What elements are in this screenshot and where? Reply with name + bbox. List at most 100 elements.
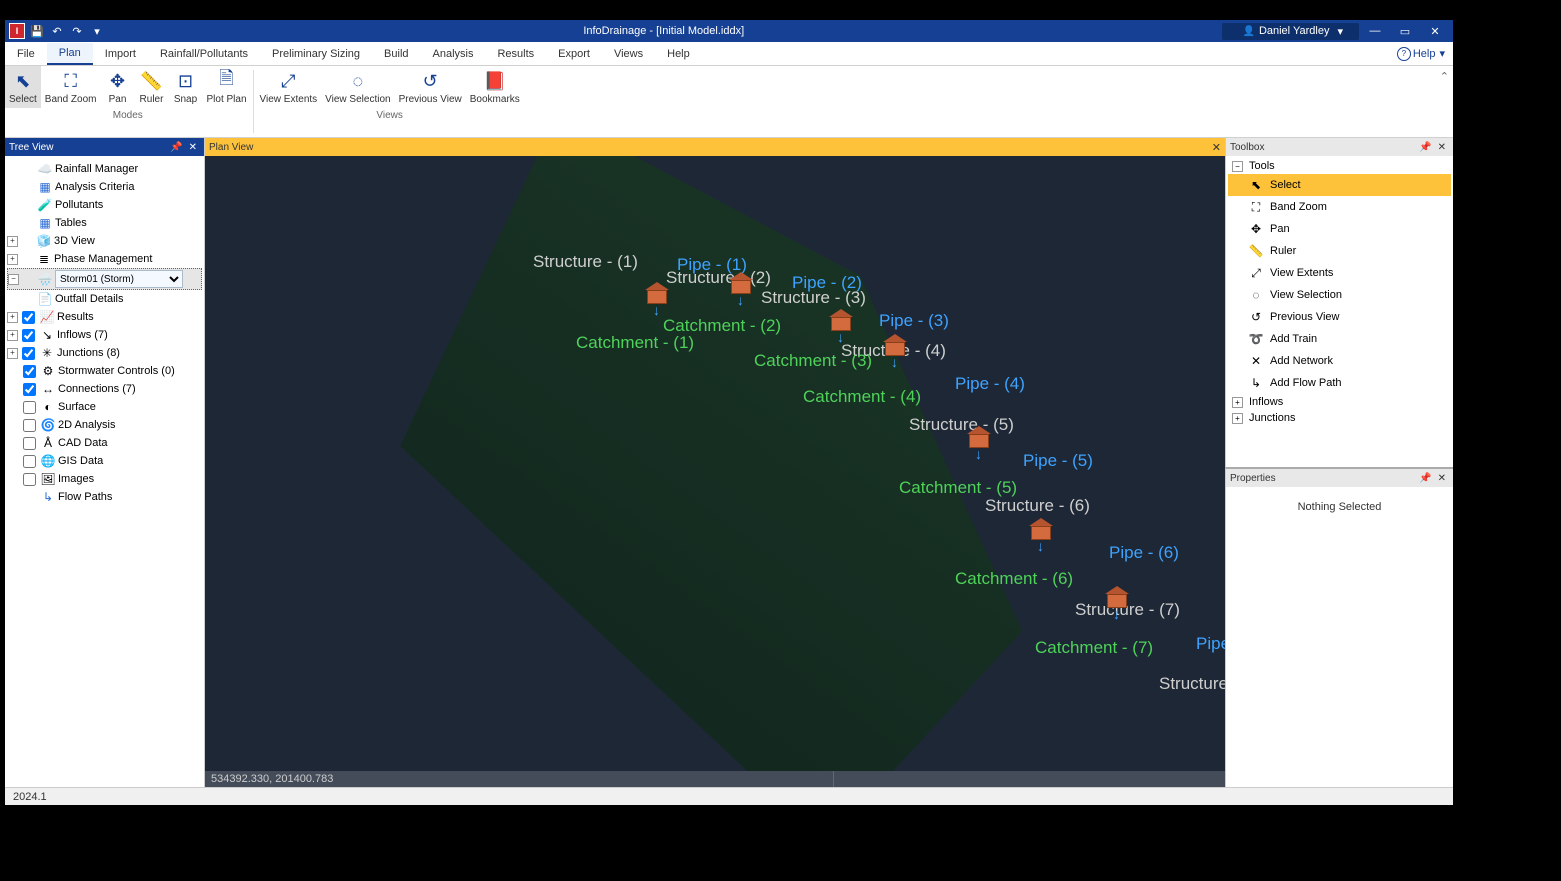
toolbox-ruler[interactable]: 📏Ruler xyxy=(1228,240,1451,262)
close-icon[interactable]: ✕ xyxy=(186,142,200,153)
canvas-struct-label[interactable]: Structure - (8) xyxy=(1159,674,1225,694)
plan-canvas[interactable]: Structure - (1)Pipe - (1)Structure - (2)… xyxy=(205,156,1225,771)
minimize-button[interactable]: — xyxy=(1361,21,1389,41)
toolbox-viewsel[interactable]: ◌View Selection xyxy=(1228,284,1451,306)
tree-storm-select[interactable]: −🌧️Storm01 (Storm) xyxy=(7,268,202,290)
menu-results[interactable]: Results xyxy=(485,44,546,64)
menu-export[interactable]: Export xyxy=(546,44,602,64)
tree-gis-data[interactable]: 🌐GIS Data xyxy=(7,452,202,470)
canvas-pipe-label[interactable]: Pipe - (4) xyxy=(955,374,1025,394)
ribbon-bandzoom-button[interactable]: ⛶Band Zoom xyxy=(41,66,101,108)
close-icon[interactable]: ✕ xyxy=(1435,473,1449,484)
inflow-node-icon[interactable]: ↓ xyxy=(881,336,919,364)
toolbox-bandzoom[interactable]: ⛶Band Zoom xyxy=(1228,196,1451,218)
ribbon-snap-button[interactable]: ⊡Snap xyxy=(169,66,203,108)
ribbon-ruler-button[interactable]: 📏Ruler xyxy=(135,66,169,108)
menu-preliminarysizing[interactable]: Preliminary Sizing xyxy=(260,44,372,64)
tree-connections[interactable]: ↔Connections (7) xyxy=(7,380,202,398)
canvas-catch-label[interactable]: Catchment - (6) xyxy=(955,569,1073,589)
tree-cad-data[interactable]: ÅCAD Data xyxy=(7,434,202,452)
tree-checkbox[interactable] xyxy=(23,401,36,414)
user-menu-button[interactable]: Daniel Yardley xyxy=(1222,23,1359,40)
tree-inflows[interactable]: +↘Inflows (7) xyxy=(7,326,202,344)
canvas-struct-label[interactable]: Structure - (6) xyxy=(985,496,1090,516)
canvas-struct-label[interactable]: Structure - (1) xyxy=(533,252,638,272)
menu-views[interactable]: Views xyxy=(602,44,655,64)
canvas-catch-label[interactable]: Catchment - (3) xyxy=(754,351,872,371)
inflow-node-icon[interactable]: ↓ xyxy=(1027,520,1065,548)
storm-dropdown[interactable]: Storm01 (Storm) xyxy=(55,270,183,288)
undo-icon[interactable]: ↶ xyxy=(49,23,65,39)
tree-body[interactable]: ☁️Rainfall Manager ▦Analysis Criteria 🧪P… xyxy=(5,156,204,787)
expander-icon[interactable]: + xyxy=(7,348,18,359)
canvas-pipe-label[interactable]: Pipe - (7) xyxy=(1196,634,1225,654)
canvas-struct-label[interactable]: Structure - (3) xyxy=(761,288,866,308)
tree-checkbox[interactable] xyxy=(22,311,35,324)
toolbox-select[interactable]: ⬉Select xyxy=(1228,174,1451,196)
qat-more-icon[interactable]: ▾ xyxy=(89,23,105,39)
toolbox-group-junctions[interactable]: +Junctions xyxy=(1228,410,1451,426)
ribbon-bookmarks-button[interactable]: 📕Bookmarks xyxy=(466,66,524,108)
toolbox-group-tools[interactable]: −Tools xyxy=(1228,158,1451,174)
inflow-node-icon[interactable]: ↓ xyxy=(1103,588,1141,616)
pin-icon[interactable]: 📌 xyxy=(167,142,185,153)
tree-checkbox[interactable] xyxy=(23,473,36,486)
tree-junctions[interactable]: +✳Junctions (8) xyxy=(7,344,202,362)
tree-phase-management[interactable]: +≣Phase Management xyxy=(7,250,202,268)
maximize-button[interactable]: ▭ xyxy=(1391,21,1419,41)
tree-checkbox[interactable] xyxy=(23,419,36,432)
tree-flow-paths[interactable]: ↳Flow Paths xyxy=(7,488,202,506)
close-icon[interactable]: ✕ xyxy=(1212,141,1221,154)
tree-images[interactable]: 🖼Images xyxy=(7,470,202,488)
canvas-catch-label[interactable]: Catchment - (5) xyxy=(899,478,1017,498)
canvas-catch-label[interactable]: Catchment - (4) xyxy=(803,387,921,407)
toolbox-pan[interactable]: ✥Pan xyxy=(1228,218,1451,240)
tree-checkbox[interactable] xyxy=(23,383,36,396)
ribbon-plotplan-button[interactable]: 🗎Plot Plan xyxy=(203,66,251,108)
tree-results[interactable]: +📈Results xyxy=(7,308,202,326)
toolbox-addflowpath[interactable]: ↳Add Flow Path xyxy=(1228,372,1451,394)
expander-icon[interactable]: + xyxy=(7,330,18,341)
tree-tables[interactable]: ▦Tables xyxy=(7,214,202,232)
expand-icon[interactable]: + xyxy=(1232,397,1243,408)
toolbox-addnetwork[interactable]: ✕Add Network xyxy=(1228,350,1451,372)
canvas-catch-label[interactable]: Catchment - (7) xyxy=(1035,638,1153,658)
tree-checkbox[interactable] xyxy=(23,455,36,468)
tree-surface[interactable]: ◐Surface xyxy=(7,398,202,416)
menu-plan[interactable]: Plan xyxy=(47,43,93,65)
menu-build[interactable]: Build xyxy=(372,44,420,64)
tree-checkbox[interactable] xyxy=(23,365,36,378)
ribbon-select-button[interactable]: ⬉Select xyxy=(5,66,41,108)
menu-file[interactable]: File xyxy=(5,44,47,64)
canvas-pipe-label[interactable]: Pipe - (6) xyxy=(1109,543,1179,563)
toolbox-viewextents[interactable]: ⤢View Extents xyxy=(1228,262,1451,284)
canvas-catch-label[interactable]: Catchment - (1) xyxy=(576,333,694,353)
pin-icon[interactable]: 📌 xyxy=(1416,142,1434,153)
tree-outfall-details[interactable]: 📄Outfall Details xyxy=(7,290,202,308)
tree-3d-view[interactable]: +🧊3D View xyxy=(7,232,202,250)
canvas-pipe-label[interactable]: Pipe - (3) xyxy=(879,311,949,331)
ribbon-viewsel-button[interactable]: ◌View Selection xyxy=(321,66,394,108)
tree-pollutants[interactable]: 🧪Pollutants xyxy=(7,196,202,214)
ribbon-pan-button[interactable]: ✥Pan xyxy=(101,66,135,108)
expand-icon[interactable]: + xyxy=(1232,413,1243,424)
expander-icon[interactable]: − xyxy=(8,274,19,285)
tree-checkbox[interactable] xyxy=(22,347,35,360)
ribbon-prevview-button[interactable]: ↺Previous View xyxy=(395,66,466,108)
ribbon-viewextents-button[interactable]: ⤢View Extents xyxy=(256,66,322,108)
menu-import[interactable]: Import xyxy=(93,44,148,64)
tree-checkbox[interactable] xyxy=(23,437,36,450)
toolbox-group-inflows[interactable]: +Inflows xyxy=(1228,394,1451,410)
inflow-node-icon[interactable]: ↓ xyxy=(643,284,681,312)
menu-analysis[interactable]: Analysis xyxy=(421,44,486,64)
toolbox-prevview[interactable]: ↺Previous View xyxy=(1228,306,1451,328)
save-icon[interactable]: 💾 xyxy=(29,23,45,39)
tree-analysis-criteria[interactable]: ▦Analysis Criteria xyxy=(7,178,202,196)
expander-icon[interactable]: + xyxy=(7,254,18,265)
inflow-node-icon[interactable]: ↓ xyxy=(727,274,765,302)
toolbox-addtrain[interactable]: ➰Add Train xyxy=(1228,328,1451,350)
tree-checkbox[interactable] xyxy=(22,329,35,342)
menu-rainfallpollutants[interactable]: Rainfall/Pollutants xyxy=(148,44,260,64)
canvas-pipe-label[interactable]: Pipe - (5) xyxy=(1023,451,1093,471)
expander-icon[interactable]: + xyxy=(7,312,18,323)
